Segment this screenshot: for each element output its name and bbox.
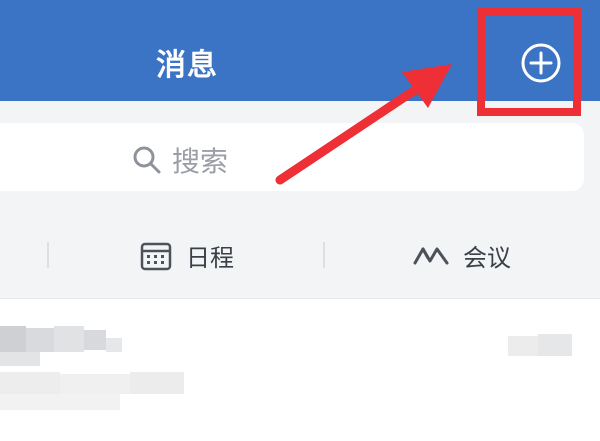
divider <box>47 242 49 268</box>
blurred-content <box>0 372 60 394</box>
blurred-content <box>0 394 120 410</box>
blurred-content <box>538 334 572 356</box>
blurred-content <box>60 374 130 394</box>
search-icon <box>133 146 161 174</box>
calendar-icon <box>140 242 172 270</box>
blurred-content <box>106 338 122 352</box>
search-content: 搜索 <box>132 140 228 180</box>
message-list <box>0 298 600 441</box>
blurred-content <box>84 330 106 350</box>
blurred-content <box>0 326 26 352</box>
search-placeholder: 搜索 <box>172 145 229 178</box>
highlight-box <box>477 8 581 116</box>
page-title: 消息 <box>156 48 218 83</box>
blurred-content <box>26 328 54 352</box>
search-bar[interactable]: 搜索 <box>0 123 584 191</box>
blurred-content <box>54 326 84 352</box>
blurred-content <box>508 336 538 356</box>
quick-action-meeting[interactable]: 会议 <box>413 238 511 273</box>
divider <box>323 242 325 268</box>
blurred-content <box>130 372 184 394</box>
quick-action-schedule[interactable]: 日程 <box>140 238 234 273</box>
list-item[interactable] <box>0 298 600 441</box>
meeting-icon <box>413 247 449 264</box>
blurred-content <box>0 352 40 366</box>
quick-actions-row: 日程 会议 <box>0 214 600 298</box>
quick-action-label: 日程 <box>186 244 234 272</box>
quick-action-label: 会议 <box>463 244 511 272</box>
